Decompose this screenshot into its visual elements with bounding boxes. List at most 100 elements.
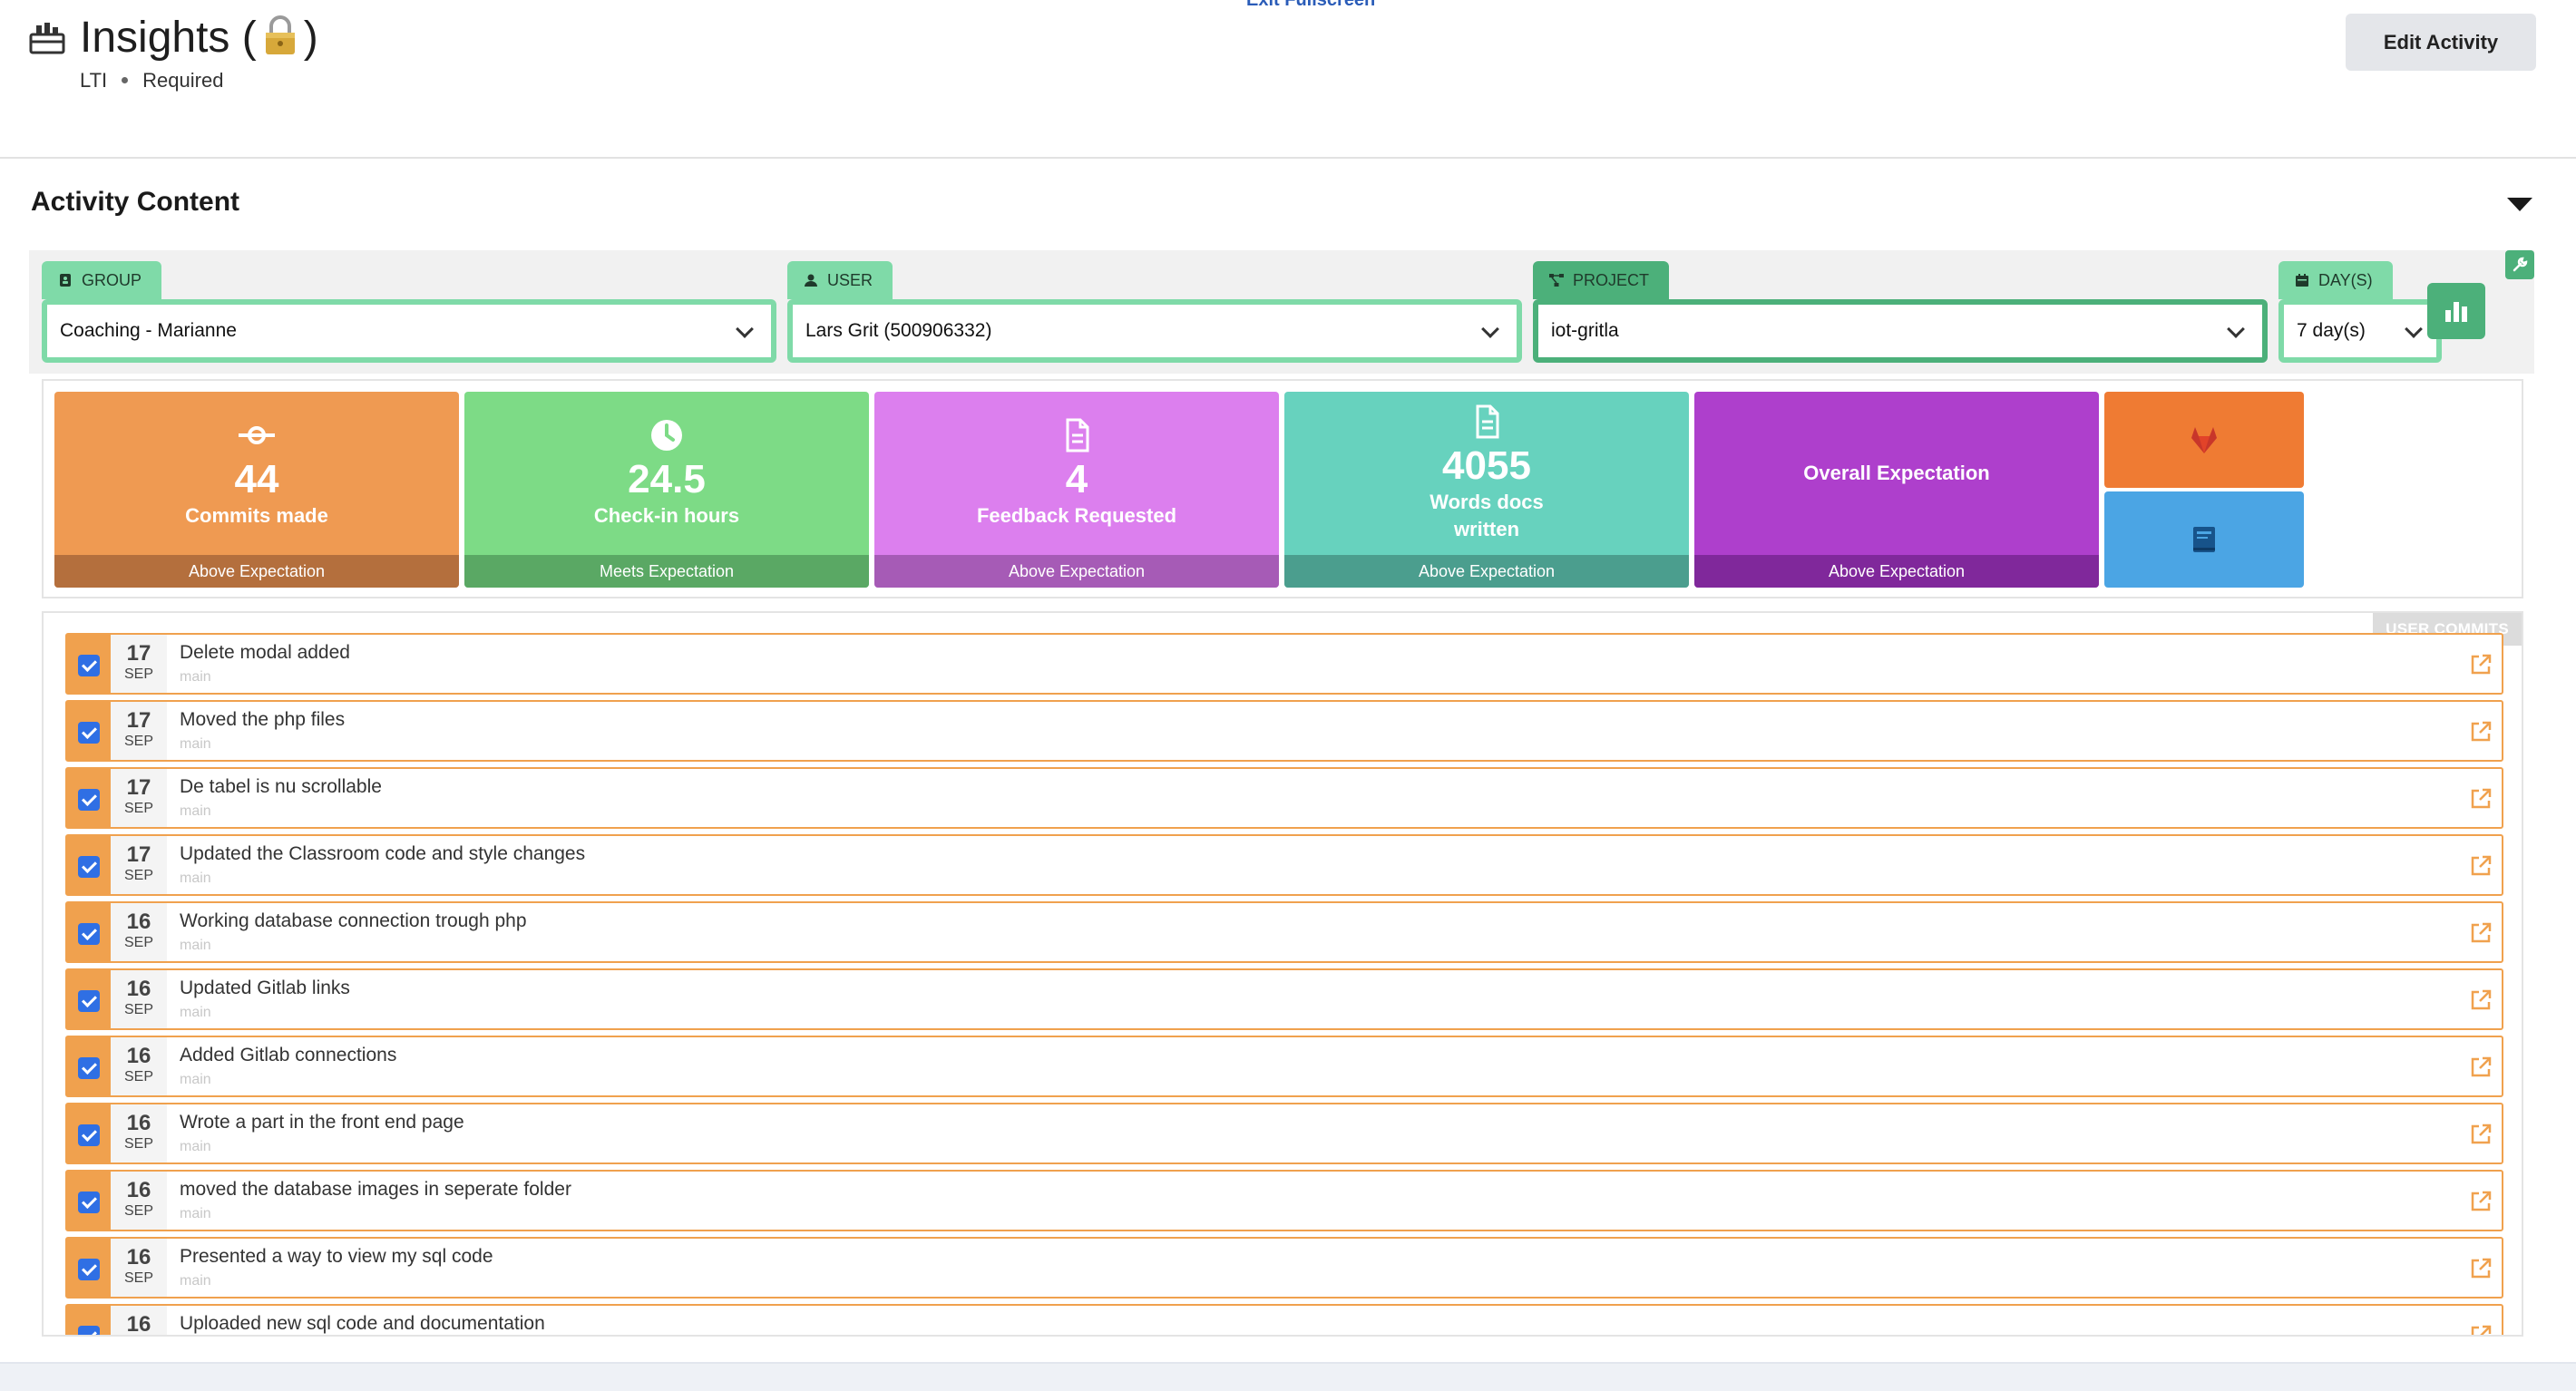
commit-date: 17 SEP: [111, 702, 167, 760]
user-filter-label: USER: [827, 270, 873, 289]
page-header: Insights ( ) LTI Required Exit Fullscreen…: [0, 0, 2576, 159]
commits-card[interactable]: 44 Commits made Above Expectation: [54, 392, 459, 588]
group-select-value: Coaching - Marianne: [60, 320, 237, 341]
commit-row[interactable]: 17 SEP Moved the php files main: [65, 700, 2503, 762]
commit-checkbox[interactable]: [78, 655, 100, 676]
commit-row[interactable]: 16 SEP Wrote a part in the front end page m…: [65, 1103, 2503, 1164]
commit-month: SEP: [123, 801, 153, 816]
external-link-icon[interactable]: [2469, 988, 2493, 1012]
checkin-label: Check-in hours: [593, 504, 740, 527]
project-select[interactable]: iot-gritla: [1538, 305, 2262, 357]
commit-checkbox[interactable]: [78, 923, 100, 945]
commit-day: 16: [126, 910, 151, 934]
commit-checkbox[interactable]: [78, 856, 100, 878]
commit-checkbox[interactable]: [78, 1057, 100, 1079]
commit-date: 17 SEP: [111, 769, 167, 827]
compress-icon: [1214, 0, 1239, 9]
commit-branch: main: [180, 736, 211, 752]
checkin-expectation: Meets Expectation: [464, 555, 869, 588]
external-link-icon[interactable]: [2469, 1055, 2493, 1079]
external-link-icon[interactable]: [2469, 854, 2493, 878]
commit-check-column: [67, 1104, 111, 1162]
days-select[interactable]: 7 day(s): [2284, 305, 2436, 357]
user-select[interactable]: Lars Grit (500906332): [793, 305, 1517, 357]
commit-check-column: [67, 903, 111, 961]
external-link-icon[interactable]: [2469, 653, 2493, 676]
overall-card[interactable]: Overall Expectation Above Expectation: [1694, 392, 2099, 588]
external-link-icon[interactable]: [2469, 1123, 2493, 1146]
user-filter-tab: USER: [787, 261, 893, 299]
commit-checkbox[interactable]: [78, 789, 100, 811]
group-select[interactable]: Coaching - Marianne: [47, 305, 771, 357]
commit-row[interactable]: 16 SEP Presented a way to view my sql code…: [65, 1237, 2503, 1299]
chevron-down-icon: [2405, 320, 2423, 338]
commit-message: Presented a way to view my sql code: [180, 1246, 493, 1267]
overall-label: Overall Expectation: [1803, 462, 1990, 484]
commit-check-column: [67, 1239, 111, 1297]
commit-branch: main: [180, 1206, 211, 1221]
external-link-icon[interactable]: [2469, 1324, 2493, 1337]
commit-check-column: [67, 1037, 111, 1095]
project-select-value: iot-gritla: [1551, 320, 1619, 341]
book-icon: [2193, 527, 2215, 552]
activity-status: Required: [142, 69, 224, 92]
exit-fullscreen-link[interactable]: Exit Fullscreen: [1214, 0, 1375, 11]
page-title-suffix: ): [303, 14, 318, 62]
bar-chart-icon: [2445, 302, 2467, 322]
commit-branch: main: [180, 1139, 211, 1154]
commit-day: 17: [126, 842, 151, 867]
commit-day: 16: [126, 1111, 151, 1135]
chevron-down-icon: [736, 320, 754, 338]
commit-row[interactable]: 16 SEP Working database connection trough …: [65, 901, 2503, 963]
checkin-card[interactable]: 24.5 Check-in hours Meets Expectation: [464, 392, 869, 588]
commit-message: Added Gitlab connections: [180, 1045, 397, 1065]
collapse-caret-icon[interactable]: [2507, 198, 2532, 211]
commit-row[interactable]: 16 SEP Updated Gitlab links main: [65, 968, 2503, 1030]
gitlab-button[interactable]: [2104, 392, 2304, 488]
commit-month: SEP: [123, 868, 153, 883]
chevron-down-icon: [1481, 320, 1499, 338]
group-filter-tab: GROUP: [42, 261, 162, 299]
days-filter-tab: DAY(S): [2278, 261, 2393, 299]
commit-row[interactable]: 17 SEP De tabel is nu scrollable main: [65, 767, 2503, 829]
external-link-icon[interactable]: [2469, 720, 2493, 744]
commit-row[interactable]: 16 SEP Added Gitlab connections main: [65, 1036, 2503, 1097]
commit-checkbox[interactable]: [78, 1192, 100, 1213]
commit-checkbox[interactable]: [78, 1326, 100, 1335]
chart-view-button[interactable]: [2427, 283, 2485, 339]
documentation-button[interactable]: [2104, 491, 2304, 588]
commit-row[interactable]: 16SEP Uploaded new sql code and documenta…: [65, 1304, 2503, 1337]
address-book-icon: [60, 274, 71, 287]
commit-day: 16: [126, 977, 151, 1001]
commit-row[interactable]: 17 SEP Delete modal added main: [65, 633, 2503, 695]
commit-month: SEP: [123, 1136, 153, 1152]
group-filter-label: GROUP: [82, 270, 142, 289]
commit-checkbox[interactable]: [78, 722, 100, 744]
commit-message: Uploaded new sql code and documentation: [180, 1313, 545, 1334]
settings-button[interactable]: [2505, 250, 2534, 279]
commit-message: Moved the php files: [180, 709, 346, 730]
commit-message: Updated the Classroom code and style cha…: [180, 843, 586, 864]
commit-row[interactable]: 17 SEP Updated the Classroom code and styl…: [65, 834, 2503, 896]
external-link-icon[interactable]: [2469, 921, 2493, 945]
external-link-icon[interactable]: [2469, 787, 2493, 811]
commit-icon: [239, 426, 275, 444]
edit-activity-button[interactable]: Edit Activity: [2346, 14, 2536, 71]
commit-date: 16SEP: [111, 1306, 167, 1335]
commit-message: Updated Gitlab links: [180, 978, 350, 998]
page-title: Insights ( ): [80, 9, 318, 67]
docs-card[interactable]: 4055 Words docs written Above Expectatio…: [1284, 392, 1689, 588]
commit-check-column: [67, 702, 111, 760]
commit-row[interactable]: 16 SEP moved the database images in sepera…: [65, 1170, 2503, 1231]
commit-date: 16SEP: [111, 1037, 167, 1095]
commit-day: 17: [126, 775, 151, 800]
commit-checkbox[interactable]: [78, 1259, 100, 1280]
feedback-expectation: Above Expectation: [874, 555, 1279, 588]
docs-card-body: 4055 Words docs written: [1284, 392, 1689, 555]
commit-checkbox[interactable]: [78, 990, 100, 1012]
external-link-icon[interactable]: [2469, 1190, 2493, 1213]
commit-checkbox[interactable]: [78, 1124, 100, 1146]
feedback-card[interactable]: 4 Feedback Requested Above Expectation: [874, 392, 1279, 588]
external-link-icon[interactable]: [2469, 1257, 2493, 1280]
checkin-card-body: 24.5 Check-in hours: [464, 392, 869, 555]
